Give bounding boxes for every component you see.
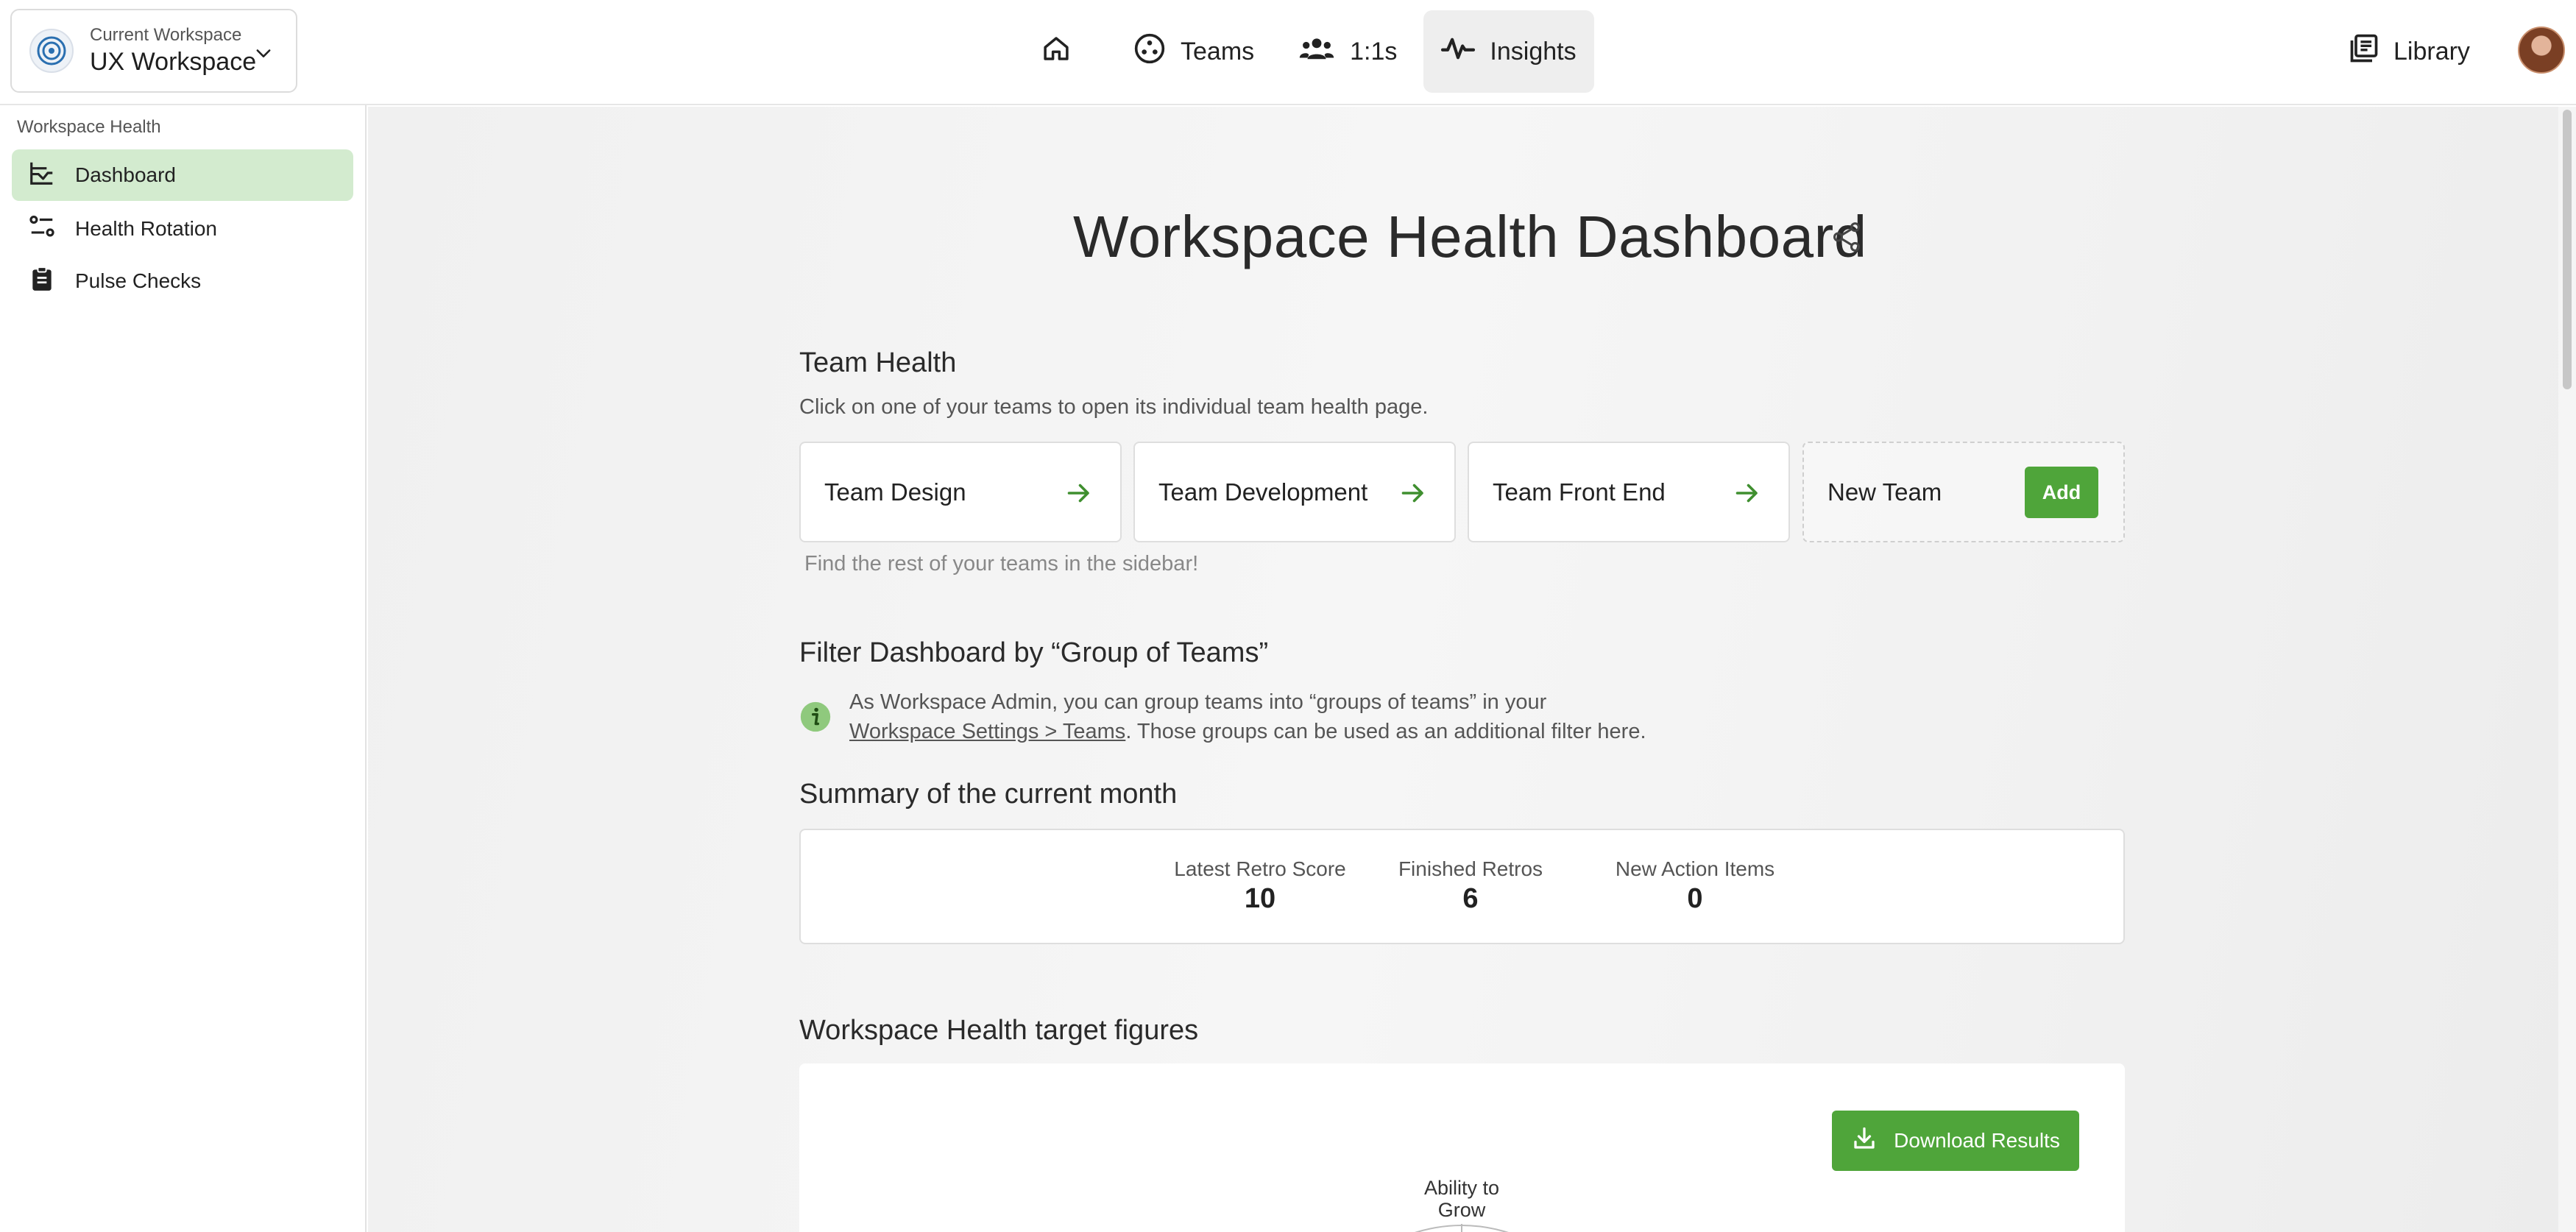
metric-label: Latest Retro Score	[1174, 857, 1346, 880]
chevron-down-icon	[253, 43, 274, 67]
main-scrollbar[interactable]	[2558, 107, 2576, 1232]
library-icon	[2348, 32, 2393, 71]
filter-title: Filter Dashboard by “Group of Teams”	[799, 637, 1269, 668]
figures-box: Download Results Ability to Grow	[799, 1063, 2125, 1232]
nav-teams[interactable]: Teams	[1116, 10, 1272, 93]
metric-label: Finished Retros	[1398, 857, 1543, 880]
team-card-label: Team Design	[824, 478, 966, 506]
metric-value: 6	[1462, 883, 1479, 914]
metric-new-action-items: New Action Items 0	[1603, 857, 1787, 916]
summary-title: Summary of the current month	[799, 779, 1178, 810]
info-icon	[799, 701, 832, 746]
insights-icon	[1441, 33, 1490, 71]
sidebar-item-health-rotation[interactable]: Health Rotation	[12, 203, 353, 255]
rotation-icon	[12, 213, 75, 246]
nav-insights-label: Insights	[1490, 37, 1577, 66]
new-team-card: New Team Add	[1802, 442, 2125, 542]
app-root: Current Workspace UX Workspace Teams 1:1…	[0, 0, 2576, 1232]
workspace-switcher[interactable]: Current Workspace UX Workspace	[10, 9, 297, 93]
filter-info-line2: . Those groups can be used as an additio…	[1125, 720, 1646, 743]
arrow-right-icon	[1734, 480, 1761, 512]
sidebar: Workspace Health Dashboard Health Rotati…	[0, 105, 367, 1232]
arrow-right-icon	[1066, 480, 1092, 512]
nav-one-on-ones[interactable]: 1:1s	[1281, 10, 1415, 93]
metric-value: 0	[1687, 883, 1703, 914]
radar-axis-label-line1: Ability to	[1423, 1177, 1500, 1199]
team-card-development[interactable]: Team Development	[1133, 442, 1456, 542]
dashboard-icon	[12, 159, 75, 192]
workspace-caption: Current Workspace	[90, 25, 242, 45]
scrollbar-thumb[interactable]	[2563, 110, 2572, 389]
metric-finished-retros: Finished Retros 6	[1390, 857, 1551, 916]
new-team-label: New Team	[1827, 478, 1942, 506]
filter-info: As Workspace Admin, you can group teams …	[799, 687, 1646, 746]
filter-info-line1: As Workspace Admin, you can group teams …	[849, 690, 1547, 714]
clipboard-icon	[12, 265, 75, 298]
team-card-label: Team Development	[1158, 478, 1368, 506]
team-health-title: Team Health	[799, 347, 957, 378]
sidebar-item-label: Dashboard	[75, 163, 176, 186]
library-button[interactable]: Library	[2348, 10, 2470, 93]
sidebar-heading: Workspace Health	[17, 117, 161, 137]
arrow-right-icon	[1400, 480, 1426, 512]
nav-insights[interactable]: Insights	[1423, 10, 1594, 93]
library-label: Library	[2393, 37, 2470, 66]
nav-home[interactable]	[1023, 10, 1089, 93]
workspace-logo-icon	[29, 29, 74, 73]
download-icon	[1851, 1125, 1894, 1157]
main-nav: Teams 1:1s Insights	[1023, 10, 1594, 93]
radar-chart-edge	[1415, 1224, 1509, 1232]
home-icon	[1041, 33, 1072, 71]
summary-box: Latest Retro Score 10 Finished Retros 6 …	[799, 829, 2125, 944]
metric-value: 10	[1244, 883, 1276, 914]
workspace-name: UX Workspace	[90, 48, 257, 76]
team-card-label: Team Front End	[1493, 478, 1666, 506]
teams-icon	[1133, 32, 1181, 71]
people-icon	[1298, 32, 1350, 71]
team-card-design[interactable]: Team Design	[799, 442, 1122, 542]
add-team-button[interactable]: Add	[2025, 467, 2098, 518]
figures-title: Workspace Health target figures	[799, 1015, 1199, 1046]
metric-label: New Action Items	[1615, 857, 1775, 880]
team-card-front-end[interactable]: Team Front End	[1468, 442, 1790, 542]
sidebar-item-dashboard[interactable]: Dashboard	[12, 149, 353, 201]
download-results-button[interactable]: Download Results	[1832, 1111, 2079, 1171]
metric-latest-retro-score: Latest Retro Score 10	[1157, 857, 1363, 916]
top-bar: Current Workspace UX Workspace Teams 1:1…	[0, 0, 2576, 105]
radar-axis-label: Ability to Grow	[1388, 1177, 1535, 1221]
download-results-label: Download Results	[1894, 1129, 2060, 1152]
nav-one-on-ones-label: 1:1s	[1350, 37, 1398, 66]
avatar[interactable]	[2518, 26, 2565, 74]
nav-teams-label: Teams	[1181, 37, 1255, 66]
team-health-description: Click on one of your teams to open its i…	[799, 395, 1429, 419]
sidebar-hint: Find the rest of your teams in the sideb…	[804, 552, 1199, 576]
sidebar-item-label: Health Rotation	[75, 217, 218, 240]
sidebar-item-label: Pulse Checks	[75, 269, 202, 292]
sidebar-item-pulse-checks[interactable]: Pulse Checks	[12, 255, 353, 307]
page-title: Workspace Health Dashboard	[1073, 204, 1867, 269]
radar-axis-label-line2: Grow	[1437, 1199, 1486, 1221]
workspace-settings-link[interactable]: Workspace Settings > Teams	[849, 720, 1125, 743]
share-icon[interactable]	[1830, 219, 1864, 258]
